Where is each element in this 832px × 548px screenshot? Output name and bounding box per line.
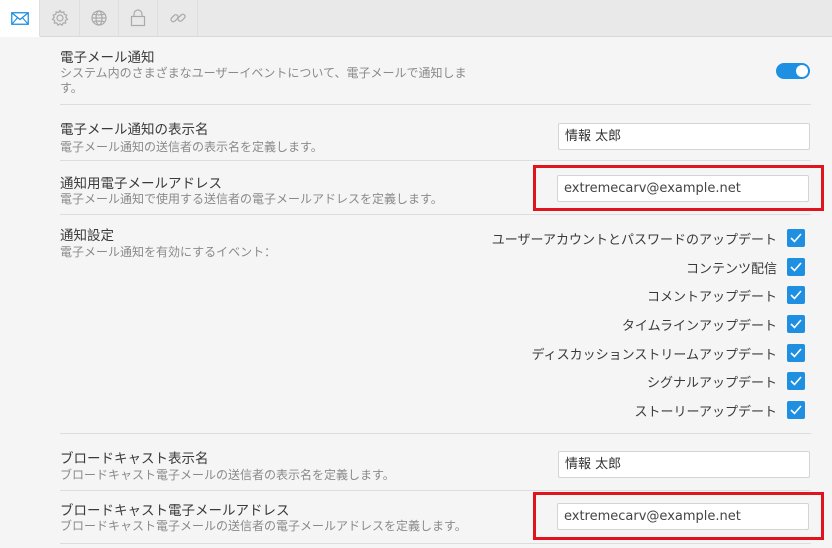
event-label-story: ストーリーアップデート bbox=[634, 405, 777, 420]
check-icon bbox=[790, 376, 802, 386]
tab-general[interactable] bbox=[40, 0, 80, 36]
divider bbox=[60, 490, 811, 491]
checkbox-timeline[interactable] bbox=[787, 315, 805, 333]
notify-address-title: 通知用電子メールアドレス bbox=[60, 176, 222, 192]
email-notification-toggle[interactable] bbox=[776, 63, 810, 79]
settings-tab-bar bbox=[0, 0, 832, 37]
divider bbox=[60, 160, 811, 161]
check-icon bbox=[790, 348, 802, 358]
notification-settings-description: 電子メール通知を有効にするイベント： bbox=[60, 245, 277, 259]
checkbox-signal[interactable] bbox=[787, 372, 805, 390]
event-label-account: ユーザーアカウントとパスワードのアップデート bbox=[491, 233, 777, 248]
divider bbox=[60, 543, 811, 544]
divider bbox=[60, 433, 811, 434]
display-name-title: 電子メール通知の表示名 bbox=[60, 122, 209, 138]
checkbox-content[interactable] bbox=[787, 258, 805, 276]
broadcast-name-title: ブロードキャスト表示名 bbox=[60, 451, 209, 467]
divider bbox=[60, 104, 811, 105]
divider bbox=[60, 214, 811, 215]
check-icon bbox=[790, 405, 802, 415]
display-name-description: 電子メール通知の送信者の表示名を定義します。 bbox=[60, 140, 323, 154]
mail-icon bbox=[10, 11, 29, 25]
email-notification-description: システム内のさまざまなユーザーイベントについて、電子メールで通知しま す。 bbox=[60, 66, 467, 95]
event-label-signal: シグナルアップデート bbox=[646, 376, 777, 391]
link-icon bbox=[169, 13, 186, 23]
event-label-timeline: タイムラインアップデート bbox=[621, 319, 777, 334]
event-label-content: コンテンツ配信 bbox=[685, 262, 777, 277]
toggle-knob bbox=[796, 65, 808, 77]
checkbox-comment[interactable] bbox=[787, 286, 805, 304]
tab-links[interactable] bbox=[158, 0, 198, 36]
broadcast-name-input[interactable]: 情報 太郎 bbox=[558, 451, 810, 478]
highlight-box bbox=[533, 165, 824, 211]
tab-security[interactable] bbox=[118, 0, 158, 36]
check-icon bbox=[790, 319, 802, 329]
broadcast-name-description: ブロードキャスト電子メールの送信者の表示名を定義します。 bbox=[60, 468, 395, 482]
display-name-input[interactable]: 情報 太郎 bbox=[558, 123, 810, 150]
tab-language[interactable] bbox=[79, 0, 119, 36]
broadcast-address-description: ブロードキャスト電子メールの送信者の電子メールアドレスを定義します。 bbox=[60, 519, 467, 533]
event-label-comment: コメントアップデート bbox=[646, 290, 777, 305]
tab-email[interactable] bbox=[0, 0, 40, 37]
event-label-discussion: ディスカッションストリームアップデート bbox=[531, 348, 777, 363]
highlight-box bbox=[533, 492, 824, 540]
lock-icon bbox=[130, 9, 145, 27]
notification-settings-title: 通知設定 bbox=[60, 228, 114, 244]
checkbox-story[interactable] bbox=[787, 401, 805, 419]
check-icon bbox=[790, 290, 802, 300]
globe-icon bbox=[90, 10, 107, 26]
check-icon bbox=[790, 262, 802, 272]
checkbox-account[interactable] bbox=[787, 229, 805, 247]
check-icon bbox=[790, 233, 802, 243]
checkbox-discussion[interactable] bbox=[787, 344, 805, 362]
gear-icon bbox=[51, 9, 68, 27]
notify-address-description: 電子メール通知で使用する送信者の電子メールアドレスを定義します。 bbox=[60, 192, 443, 206]
broadcast-address-title: ブロードキャスト電子メールアドレス bbox=[60, 503, 290, 519]
email-notification-title: 電子メール通知 bbox=[60, 50, 155, 66]
